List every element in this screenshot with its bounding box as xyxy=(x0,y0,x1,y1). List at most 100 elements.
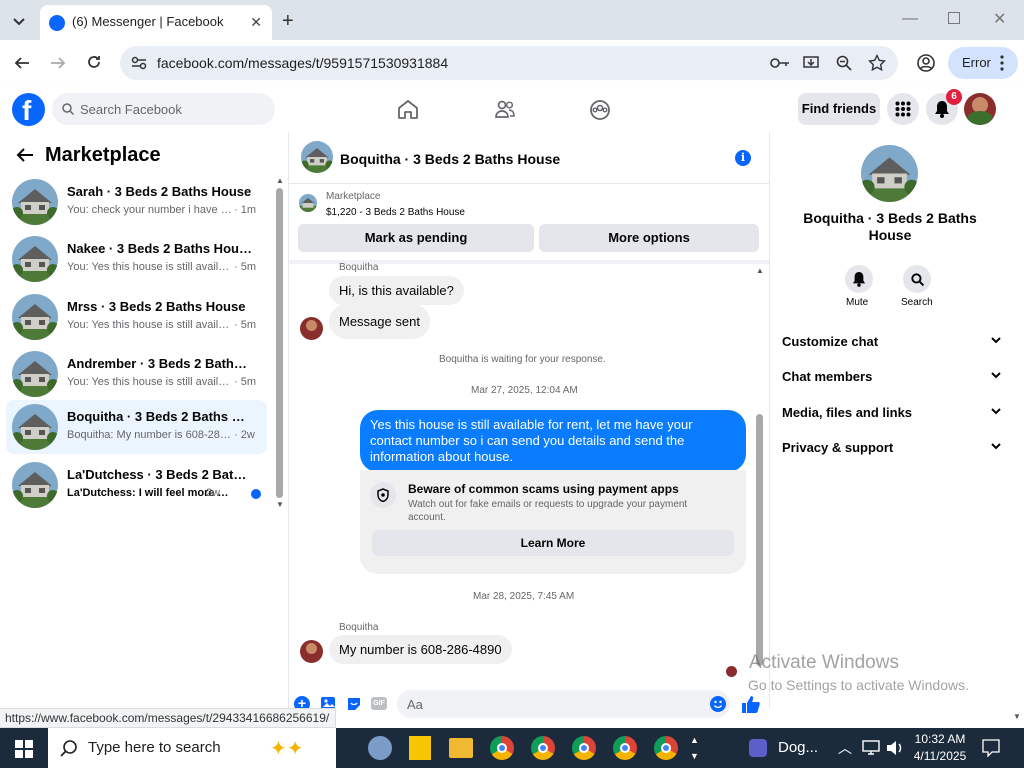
clock-time[interactable]: 10:32 AM xyxy=(913,732,967,746)
incoming-message[interactable]: Hi, is this available? xyxy=(329,276,464,305)
house-thumbnail-icon xyxy=(12,404,58,450)
emoji-icon[interactable] xyxy=(710,696,726,712)
chrome-window-icon[interactable] xyxy=(531,736,555,760)
zoom-icon[interactable] xyxy=(836,55,852,71)
listing-thumbnail[interactable] xyxy=(299,194,317,212)
sender-name: Boquitha xyxy=(339,622,379,633)
conversation-item[interactable]: Mrss · 3 Beds 2 Baths House You: Yes this… xyxy=(6,290,267,344)
bookmark-star-icon[interactable] xyxy=(868,54,886,72)
tab-search-button[interactable] xyxy=(8,10,30,32)
search-icon xyxy=(60,740,77,757)
info-icon[interactable]: i xyxy=(735,150,751,166)
mark-as-pending-button[interactable]: Mark as pending xyxy=(298,224,534,252)
new-tab-icon[interactable]: + xyxy=(282,10,294,33)
more-options-button[interactable]: More options xyxy=(539,224,759,252)
conversation-item[interactable]: Nakee · 3 Beds 2 Baths House You: Yes thi… xyxy=(6,232,267,286)
reload-icon[interactable] xyxy=(86,54,102,70)
tab-close-icon[interactable]: ✕ xyxy=(250,14,262,31)
house-thumbnail-icon xyxy=(861,145,918,202)
password-key-icon[interactable] xyxy=(770,55,790,71)
learn-more-button[interactable]: Learn More xyxy=(372,530,734,556)
thumbs-up-icon[interactable] xyxy=(741,694,761,714)
file-explorer-icon[interactable] xyxy=(449,738,473,758)
conversation-preview: You: check your number i have se... xyxy=(67,204,232,216)
search-in-chat-button[interactable] xyxy=(903,265,931,293)
sender-avatar[interactable] xyxy=(300,317,323,340)
conversation-item[interactable]: Andrember · 3 Beds 2 Baths Ho... You: Yes… xyxy=(6,347,267,401)
chrome-window-icon[interactable] xyxy=(613,736,637,760)
minimize-icon[interactable]: — xyxy=(902,10,918,28)
video-app-icon[interactable] xyxy=(749,739,767,757)
menu-button[interactable] xyxy=(887,93,919,125)
details-avatar[interactable] xyxy=(861,145,918,202)
network-icon[interactable] xyxy=(862,740,880,756)
gif-icon[interactable]: GIF xyxy=(371,697,387,710)
omnibox[interactable]: facebook.com/messages/t/9591571530931884 xyxy=(120,46,898,80)
unread-dot xyxy=(251,489,261,499)
notification-count-badge: 6 xyxy=(946,89,962,105)
conversation-item[interactable]: Sarah · 3 Beds 2 Baths House You: check y… xyxy=(6,175,267,229)
sender-avatar[interactable] xyxy=(300,640,323,663)
find-friends-button[interactable]: Find friends xyxy=(798,93,880,125)
notifications-center-icon[interactable] xyxy=(982,739,1000,757)
grid-menu-icon xyxy=(895,101,911,117)
facebook-logo-icon[interactable]: f xyxy=(12,93,45,126)
site-settings-icon[interactable] xyxy=(130,55,148,71)
chrome-window-icon[interactable] xyxy=(654,736,678,760)
clock-date[interactable]: 4/11/2025 xyxy=(911,749,969,763)
snipping-tool-icon[interactable] xyxy=(368,736,392,760)
conversation-name: Mrss · 3 Beds 2 Baths House xyxy=(67,299,246,314)
details-section-customize-chat[interactable]: Customize chat xyxy=(782,334,1002,349)
incoming-message[interactable]: Message sent xyxy=(329,304,430,339)
taskbar-app-label[interactable]: Dog... xyxy=(778,739,818,756)
chat-scrollbar[interactable]: ▲ xyxy=(756,266,764,672)
restore-icon[interactable] xyxy=(948,12,960,24)
conversation-scrollbar[interactable]: ▲ ▼ xyxy=(276,176,284,509)
conversation-avatar xyxy=(12,462,58,508)
back-icon[interactable] xyxy=(14,55,30,71)
chat-avatar[interactable] xyxy=(301,141,333,173)
url-text[interactable]: facebook.com/messages/t/9591571530931884 xyxy=(157,55,448,71)
groups-icon[interactable] xyxy=(589,99,611,121)
account-avatar[interactable] xyxy=(964,93,996,125)
profile-icon[interactable] xyxy=(916,53,936,73)
error-button[interactable]: Error xyxy=(948,47,1018,79)
listing-source: Marketplace xyxy=(326,191,381,202)
back-arrow-icon[interactable] xyxy=(16,147,34,163)
page-scroll-down-icon[interactable]: ▼ xyxy=(1013,712,1021,721)
show-hidden-icons-icon[interactable]: ︿ xyxy=(838,738,852,758)
chrome-window-icon[interactable] xyxy=(490,736,514,760)
details-section-privacy-support[interactable]: Privacy & support xyxy=(782,440,1002,455)
search-facebook-input[interactable]: Search Facebook xyxy=(52,93,275,125)
conversation-item[interactable]: La'Dutchess · 3 Beds 2 Baths ... La'Dutch… xyxy=(6,458,267,512)
mute-button[interactable] xyxy=(845,265,873,293)
scrollbar-thumb[interactable] xyxy=(276,188,283,498)
forward-icon[interactable] xyxy=(50,55,66,71)
windows-start-icon[interactable] xyxy=(15,740,33,758)
details-section-chat-members[interactable]: Chat members xyxy=(782,369,1002,384)
taskbar-overflow-arrows[interactable]: ▲ ▼ xyxy=(690,732,699,764)
more-vert-icon xyxy=(1000,55,1004,71)
house-thumbnail-icon xyxy=(12,351,58,397)
chrome-window-icon[interactable] xyxy=(572,736,596,760)
listing-price[interactable]: $1,220 - 3 Beds 2 Baths House xyxy=(326,207,465,218)
sticker-icon[interactable] xyxy=(346,696,362,712)
home-icon[interactable] xyxy=(397,99,419,119)
volume-icon[interactable] xyxy=(886,740,904,756)
shield-icon xyxy=(370,482,396,508)
scrollbar-thumb[interactable] xyxy=(756,414,763,666)
install-app-icon[interactable] xyxy=(802,54,820,72)
browser-tab-messenger[interactable]: (6) Messenger | Facebook ✕ xyxy=(40,5,272,40)
notifications-button[interactable]: 6 xyxy=(926,89,962,125)
incoming-message[interactable]: My number is 608-286-4890 xyxy=(329,635,512,664)
message-input[interactable]: Aa xyxy=(397,690,730,718)
outgoing-message[interactable]: Yes this house is still available for re… xyxy=(360,410,746,472)
conversation-item[interactable]: Boquitha · 3 Beds 2 Baths House Boquitha:… xyxy=(6,400,267,454)
house-thumbnail-icon xyxy=(301,141,333,173)
details-section-media-files-and-links[interactable]: Media, files and links xyxy=(782,405,1002,420)
friends-icon[interactable] xyxy=(494,99,516,119)
window-close-icon[interactable]: ✕ xyxy=(993,9,1006,29)
taskbar-search-box[interactable]: Type here to search ✦✦ xyxy=(48,728,336,768)
chat-title[interactable]: Boquitha · 3 Beds 2 Baths House xyxy=(340,151,560,167)
sticky-notes-icon[interactable] xyxy=(409,736,431,760)
